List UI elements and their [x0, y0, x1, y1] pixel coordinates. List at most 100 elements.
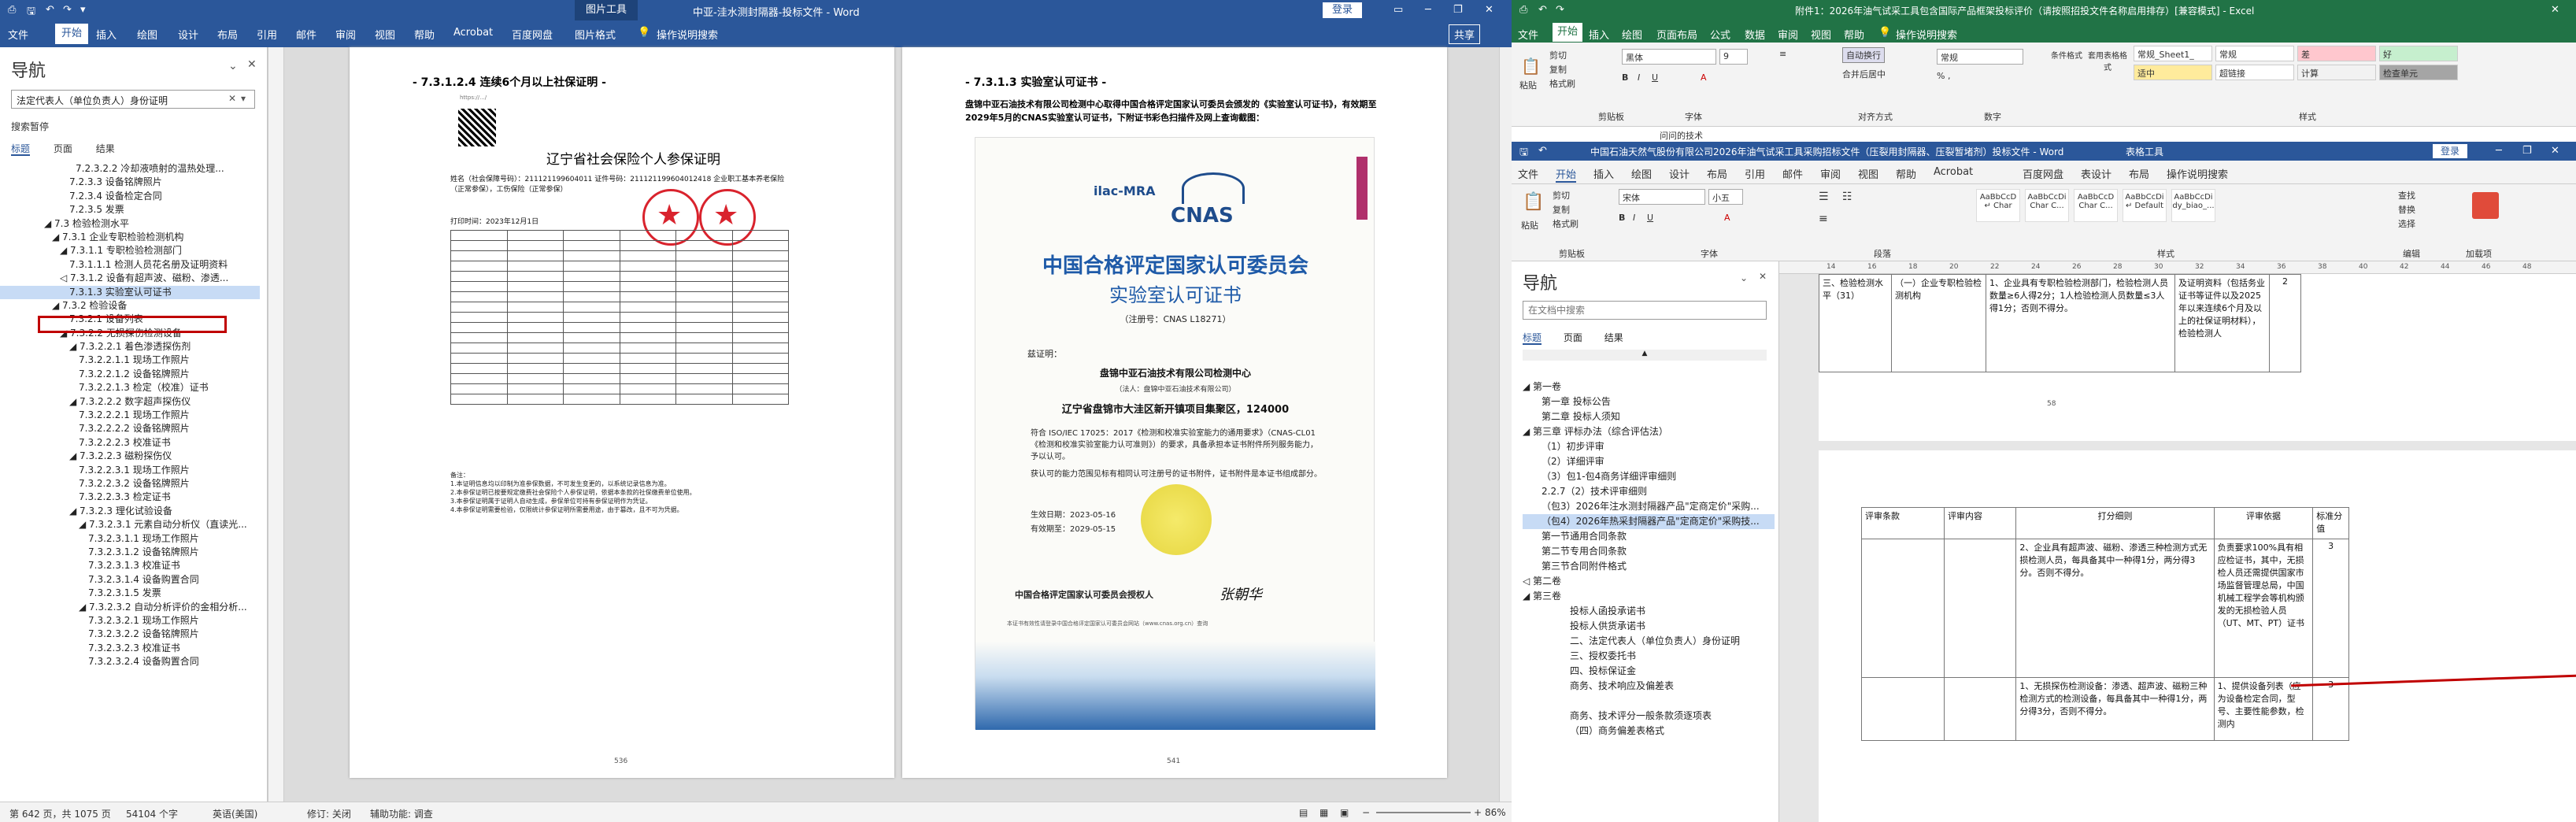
word2-italic-icon[interactable]: I: [1633, 213, 1635, 223]
word2-nav-heading-item[interactable]: 第三节合同附件格式: [1523, 559, 1775, 574]
rowB-score[interactable]: 3: [2312, 677, 2349, 741]
redo-icon[interactable]: ↷: [63, 4, 72, 16]
nav-heading-item[interactable]: 7.2.3.3 设备铭牌照片: [0, 176, 260, 189]
qat-dropdown-icon[interactable]: ▾: [80, 4, 86, 16]
nav-heading-item[interactable]: 7.3.2.3.1.5 发票: [0, 587, 260, 600]
nav-heading-item[interactable]: ◢ 7.3 检验检测水平: [0, 217, 260, 231]
excel-autosave-icon[interactable]: ⎙: [1519, 4, 1527, 16]
save-icon[interactable]: 🖫: [27, 4, 35, 21]
rowA-rule[interactable]: 2、企业具有超声波、磁粉、渗透三种检测方式无损检测人员，每具备其中一种得1分，两…: [2015, 539, 2215, 678]
word2-style-item[interactable]: AaBbCcD ↵ Char: [1976, 189, 2020, 222]
word2-tab[interactable]: 插入: [1593, 166, 1614, 181]
excel-tab-file[interactable]: 文件: [1518, 27, 1538, 42]
header-clause[interactable]: 评审条款: [1860, 507, 1945, 539]
tab-baidu[interactable]: 百度网盘: [512, 27, 553, 42]
word2-nav-options-icon[interactable]: ⌄: [1740, 272, 1748, 283]
word2-tab[interactable]: 引用: [1745, 166, 1765, 181]
excel-tab-review[interactable]: 审阅: [1778, 27, 1798, 42]
word2-nav-heading-item[interactable]: 商务、技术评分一般条款须逐项表: [1523, 709, 1775, 724]
word2-select[interactable]: 选择: [2398, 217, 2415, 230]
nav-heading-item[interactable]: ◢ 7.3.2.3.2 自动分析评价的金相分析...: [0, 601, 260, 614]
word2-tab[interactable]: 开始: [1556, 166, 1577, 183]
word2-tab[interactable]: 设计: [1669, 166, 1690, 181]
nav-heading-item[interactable]: ◢ 7.3.2.2.2 数字超声探伤仪: [0, 395, 260, 409]
tab-review[interactable]: 审阅: [335, 27, 356, 42]
excel-tab-help[interactable]: 帮助: [1844, 27, 1864, 42]
nav-heading-item[interactable]: 7.3.2.3.1.1 现场工作照片: [0, 532, 260, 546]
tab-picture-format[interactable]: 图片格式: [575, 27, 616, 42]
nav-heading-item[interactable]: ◢ 7.3.2.2.3 磁粉探伤仪: [0, 450, 260, 463]
word2-nav-heading-item[interactable]: 2.2.7（2）技术评审细则: [1523, 484, 1775, 499]
nav-heading-item[interactable]: ◢ 7.3.1 企业专职检验检测机构: [0, 231, 260, 244]
ribbon-display-icon[interactable]: ▭: [1393, 4, 1403, 16]
excel-tab-insert[interactable]: 插入: [1589, 27, 1609, 42]
align-top-icon[interactable]: ≡: [1779, 49, 1786, 59]
word2-format-painter[interactable]: 格式刷: [1553, 217, 1579, 230]
nav-heading-item[interactable]: ◢ 7.3.2.2.1 着色渗透探伤剂: [0, 340, 260, 354]
word2-nav-close-icon[interactable]: ✕: [1759, 271, 1767, 282]
word2-tab[interactable]: 布局: [2129, 166, 2149, 181]
tab-file[interactable]: 文件: [8, 27, 28, 42]
rowA-basis[interactable]: 负责要求100%具有相应检证书，其中，无损检人员还需提供国家市场监督管理总局，中…: [2213, 539, 2314, 678]
nav-heading-item[interactable]: 7.3.2.3.2.4 设备购置合同: [0, 655, 260, 668]
word2-tab[interactable]: 视图: [1858, 166, 1878, 181]
italic-icon[interactable]: I: [1638, 72, 1640, 83]
cell-basis[interactable]: 及证明资料（包括务业证书等证件以及2025年以来连续6个月及以上的社保证明材料）…: [2174, 274, 2270, 372]
doc-vertical-scrollbar[interactable]: [1499, 47, 1512, 802]
word2-nav-heading-item[interactable]: （包4）2026年热采封隔器产品"定商定价"采购技...: [1523, 514, 1775, 529]
zoom-in-icon[interactable]: +: [1474, 807, 1482, 818]
excel-style-cell[interactable]: 常规_Sheet1_: [2134, 46, 2212, 61]
word2-nav-heading-item[interactable]: （1）初步评审: [1523, 439, 1775, 454]
word2-cut[interactable]: 剪切: [1553, 189, 1570, 202]
nav-heading-item[interactable]: 7.3.2.3.1.4 设备购置合同: [0, 573, 260, 587]
excel-formula-bar[interactable]: 问问的技术: [1512, 126, 2576, 142]
close-icon[interactable]: ✕: [1485, 4, 1493, 16]
excel-style-cell[interactable]: 好: [2379, 46, 2458, 61]
header-score[interactable]: 标准分值: [2312, 507, 2349, 539]
word2-tab[interactable]: 操作说明搜索: [2167, 166, 2228, 181]
underline-icon[interactable]: U: [1652, 72, 1658, 83]
header-rule[interactable]: 打分细则: [2015, 507, 2215, 539]
nav-heading-item[interactable]: 7.3.2.2.3.3 检定证书: [0, 491, 260, 504]
word2-style-item[interactable]: AaBbCcDi ↵ Default: [2123, 189, 2167, 222]
tab-help[interactable]: 帮助: [414, 27, 435, 42]
nav-options-icon[interactable]: ⌄: [228, 60, 238, 72]
print-layout-icon[interactable]: ▦: [1319, 807, 1328, 818]
excel-lightbulb-icon[interactable]: 💡: [1878, 27, 1891, 39]
word2-save-icon[interactable]: 🖫: [1519, 145, 1528, 162]
word2-nav-heading-item[interactable]: （包3）2026年注水测封隔器产品"定商定价"采购...: [1523, 499, 1775, 514]
word2-font-color-icon[interactable]: A: [1724, 213, 1730, 223]
word2-paste-label[interactable]: 粘贴: [1521, 219, 1538, 231]
nav-search-input[interactable]: 法定代表人（单位负责人）身份证明: [11, 90, 255, 109]
word2-login-button[interactable]: 登录: [2433, 144, 2468, 158]
undo-icon[interactable]: ↶: [46, 4, 54, 16]
share-button[interactable]: 共享: [1449, 24, 1481, 44]
nav-heading-item[interactable]: 7.3.1.1.1 检测人员花名册及证明资料: [0, 258, 260, 272]
zoom-level[interactable]: 86%: [1485, 807, 1506, 818]
percent-icon[interactable]: % ,: [1937, 71, 1950, 81]
excel-tell-me[interactable]: 操作说明搜索: [1896, 27, 1957, 42]
nav-heading-item[interactable]: 7.3.2.3.2.2 设备铭牌照片: [0, 628, 260, 641]
numbering-icon[interactable]: ☷: [1842, 191, 1852, 203]
word2-paste-icon[interactable]: 📋: [1523, 192, 1544, 212]
nav-heading-item[interactable]: 7.3.2.2.1.2 设备铭牌照片: [0, 368, 260, 381]
excel-paste-icon[interactable]: 📋: [1521, 57, 1541, 76]
word2-tab[interactable]: 邮件: [1782, 166, 1803, 181]
word2-nav-heading-item[interactable]: ◁ 第二卷: [1523, 574, 1775, 589]
word2-tab[interactable]: 百度网盘: [2023, 166, 2063, 181]
excel-tab-view[interactable]: 视图: [1811, 27, 1831, 42]
word2-undo-icon[interactable]: ↶: [1538, 145, 1547, 157]
nav-heading-item[interactable]: ◢ 7.3.2.3.1 元素自动分析仪（直读光...: [0, 518, 260, 531]
word2-nav-heading-item[interactable]: [1523, 694, 1775, 709]
word2-nav-heading-item[interactable]: （四）商务偏差表格式: [1523, 724, 1775, 739]
word2-font-select[interactable]: 宋体: [1619, 189, 1705, 205]
excel-tab-home[interactable]: 开始: [1553, 23, 1583, 42]
status-lang[interactable]: 英语(美国): [213, 807, 257, 820]
align-left-icon[interactable]: ≡: [1819, 213, 1828, 225]
nav-heading-item[interactable]: 7.3.2.3.1.2 设备铭牌照片: [0, 546, 260, 559]
tab-home[interactable]: 开始: [55, 24, 89, 44]
word2-tab[interactable]: 文件: [1518, 166, 1538, 181]
word2-copy[interactable]: 复制: [1553, 203, 1570, 216]
word2-nav-scroll-up[interactable]: ▲: [1523, 350, 1767, 361]
nav-heading-item[interactable]: ◢ 7.3.2 检验设备: [0, 299, 260, 313]
